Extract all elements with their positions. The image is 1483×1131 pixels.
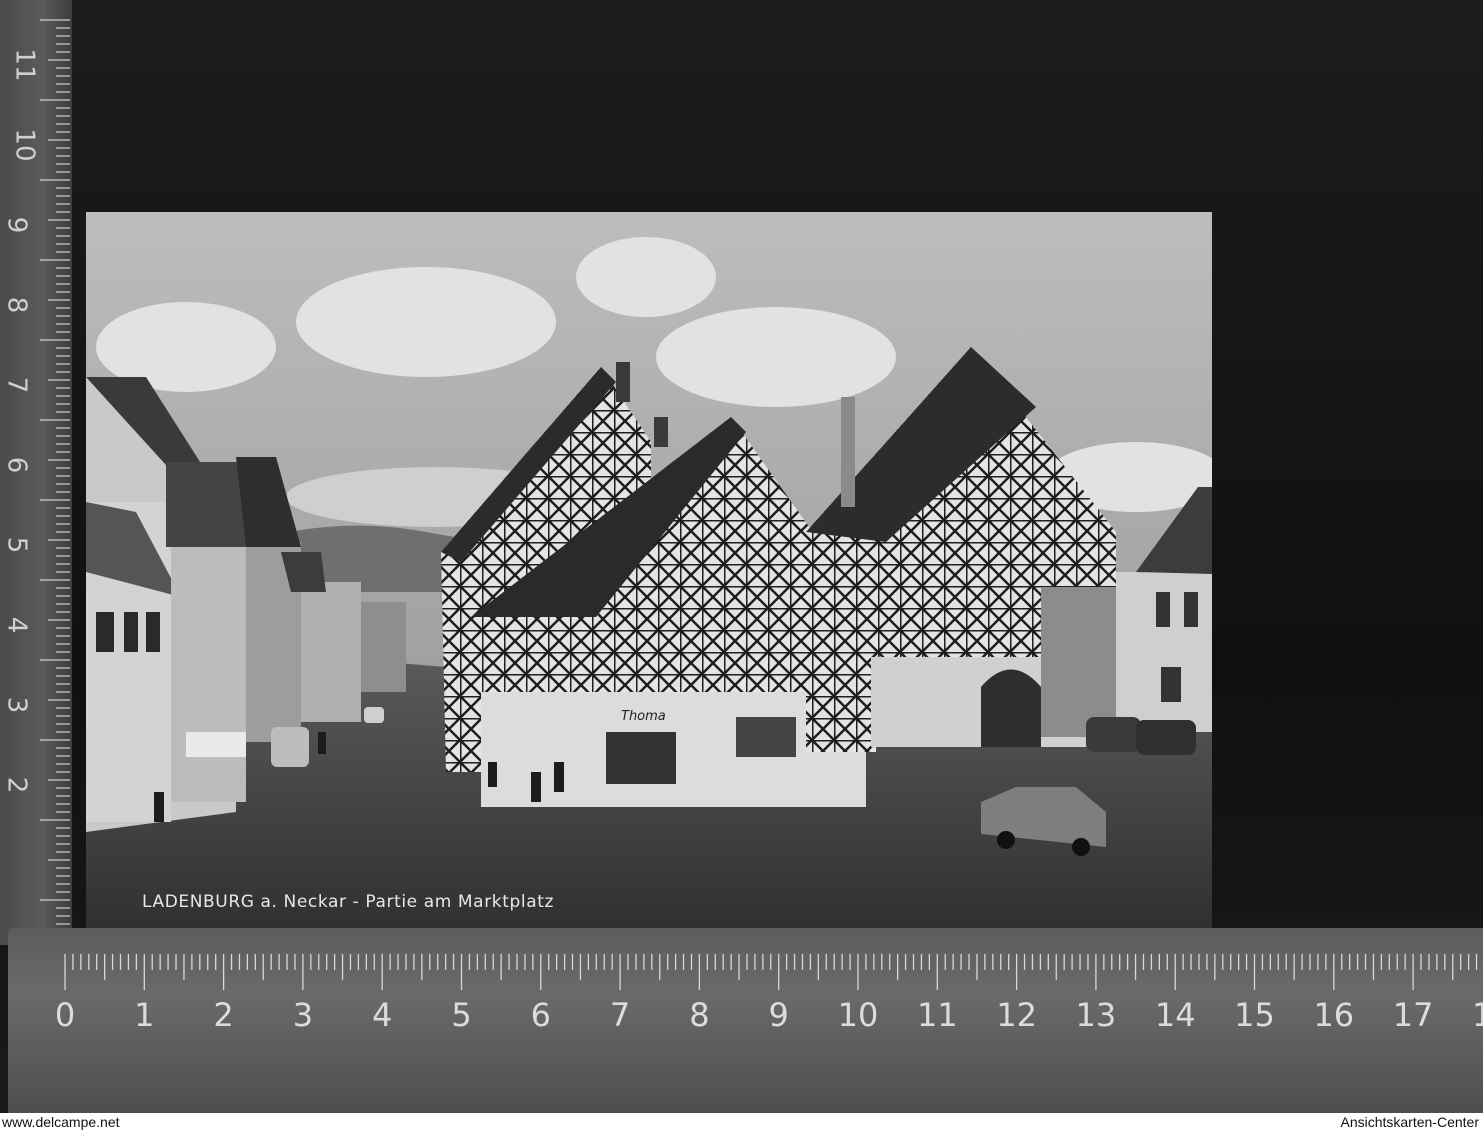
postcard: Thoma LADENBURG a. Neckar - Partie am Ma… [86,212,1212,942]
ruler-number: 7 [1,376,32,394]
ruler-number: 15 [1234,996,1275,1034]
ruler-number: 13 [1075,996,1117,1034]
ruler-number: 1 [134,996,155,1034]
shop-sign: Thoma [621,709,666,724]
ruler-number: 2 [213,996,234,1034]
footer-left-text: www.delcampe.net [2,1114,120,1130]
ruler-number: 6 [1,456,32,474]
ruler-number: 8 [1,296,32,314]
ruler-number: 11 [916,996,958,1034]
ruler-number: 5 [1,536,32,554]
ruler-number: 5 [451,996,472,1034]
postcard-caption: LADENBURG a. Neckar - Partie am Marktpla… [142,892,554,912]
ruler-number: 17 [1392,996,1434,1034]
footer: www.delcampe.net Ansichtskarten-Center [0,1113,1483,1131]
ruler-number: 6 [530,996,551,1034]
footer-right-text: Ansichtskarten-Center [1340,1114,1479,1130]
vertical-ruler: 11 10 9 8 7 6 5 4 3 2 [0,0,72,945]
ruler-number: 4 [372,996,393,1034]
ruler-number: 12 [996,996,1037,1034]
ruler-number: 11 [9,48,40,82]
ruler-number: 14 [1154,996,1196,1034]
ruler-number: 8 [689,996,710,1034]
ruler-number: 4 [1,616,32,634]
ruler-number: 7 [609,996,631,1034]
ruler-number: 2 [1,776,32,794]
ruler-number: 3 [1,696,32,714]
ruler-number: 9 [1,216,32,234]
ruler-number: 3 [292,996,314,1034]
ruler-number: 10 [837,996,879,1034]
ruler-number: 16 [1313,996,1355,1034]
postcard-photo: Thoma LADENBURG a. Neckar - Partie am Ma… [86,212,1212,942]
horizontal-ruler: 0123456789101112131415161718 [8,928,1483,1113]
ruler-number: 18 [1472,996,1483,1034]
ruler-number: 0 [54,996,76,1034]
ruler-number: 9 [768,996,789,1034]
ruler-number: 10 [9,128,40,162]
scan-background: Thoma LADENBURG a. Neckar - Partie am Ma… [0,0,1483,1113]
